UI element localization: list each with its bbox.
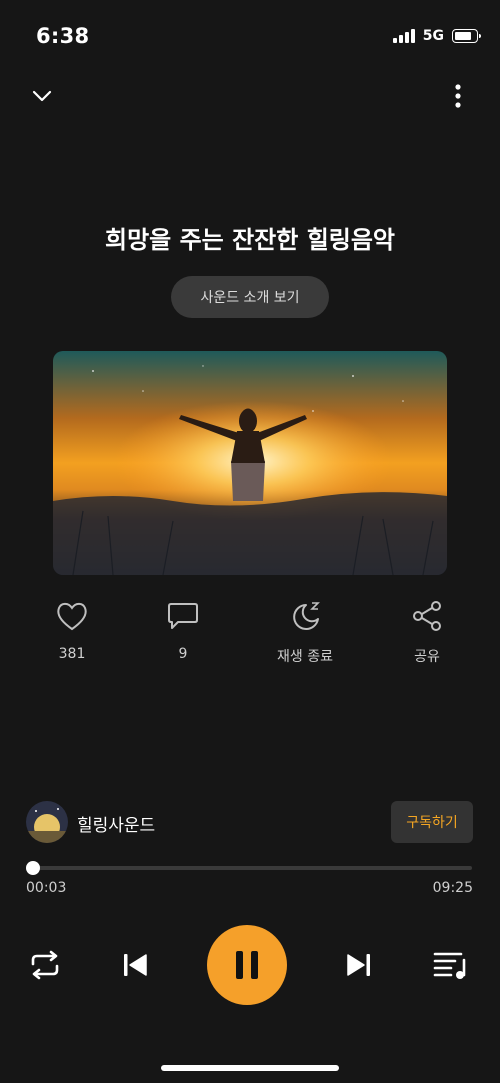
share-action[interactable]: 공유 <box>382 600 472 666</box>
comment-count: 9 <box>178 646 188 662</box>
network-label: 5G <box>422 28 444 44</box>
share-icon <box>413 601 441 631</box>
sound-intro-button[interactable]: 사운드 소개 보기 <box>171 276 329 318</box>
sleep-timer-action[interactable]: 재생 종료 <box>260 600 350 666</box>
subscribe-button[interactable]: 구독하기 <box>391 801 473 843</box>
share-label: 공유 <box>414 649 440 665</box>
channel-name[interactable]: 힐링사운드 <box>77 811 155 836</box>
next-track-icon[interactable] <box>343 948 375 982</box>
status-time: 6:38 <box>36 24 90 48</box>
previous-track-icon[interactable] <box>119 948 151 982</box>
pause-button[interactable] <box>207 925 287 1005</box>
pause-icon <box>236 951 258 979</box>
signal-icon <box>392 29 415 43</box>
status-indicators: 5G <box>392 28 481 44</box>
like-action[interactable]: 381 <box>27 600 117 662</box>
playlist-icon[interactable] <box>432 948 470 982</box>
sleep-timer-label: 재생 종료 <box>277 649 333 665</box>
progress-track[interactable] <box>30 866 472 870</box>
cover-art <box>53 351 447 575</box>
comment-icon <box>168 603 198 629</box>
home-indicator <box>161 1065 339 1071</box>
battery-icon <box>452 29 481 43</box>
repeat-icon[interactable] <box>28 948 62 982</box>
track-title: 희망을 주는 잔잔한 힐링음악 <box>104 226 396 254</box>
channel-avatar[interactable] <box>26 801 68 843</box>
collapse-chevron-down-icon[interactable] <box>28 82 56 110</box>
duration-time: 09:25 <box>432 880 473 896</box>
like-count: 381 <box>58 646 86 662</box>
progress-thumb[interactable] <box>26 861 40 875</box>
comment-action[interactable]: 9 <box>138 600 228 662</box>
elapsed-time: 00:03 <box>26 880 67 896</box>
sleep-timer-icon <box>293 602 320 630</box>
more-options-icon[interactable] <box>446 82 470 110</box>
heart-icon <box>57 602 87 631</box>
